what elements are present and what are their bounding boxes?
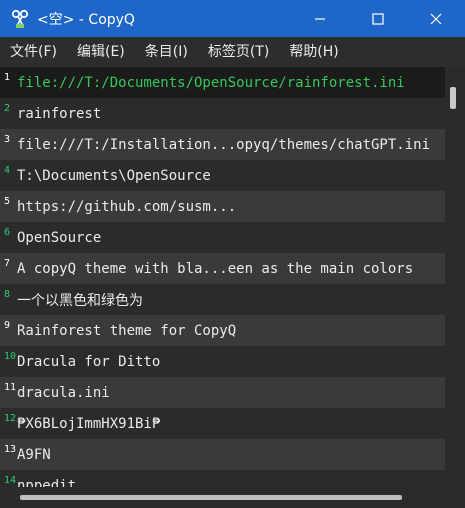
copyq-window: <空> - CopyQ 文件(F) 编辑(E) 条目(I) 标签页(T) 帮助(… (0, 0, 465, 508)
window-title: <空> - CopyQ (37, 11, 135, 28)
menu-file[interactable]: 文件(F) (0, 37, 67, 67)
item-text: dracula.ini (17, 384, 110, 401)
list-item[interactable]: 14 nppedit (0, 470, 445, 487)
close-icon (430, 13, 442, 24)
item-text: file:///T:/Installation...opyq/themes/ch… (17, 136, 431, 153)
item-number: 1 (4, 72, 11, 83)
maximize-icon (372, 12, 384, 25)
item-text: OpenSource (17, 229, 102, 246)
vertical-scrollbar[interactable] (445, 67, 465, 487)
horizontal-scroll-thumb[interactable] (20, 495, 402, 500)
item-text: file:///T:/Documents/OpenSource/rainfore… (17, 74, 405, 91)
item-text: Dracula for Ditto (17, 353, 161, 370)
item-number: 9 (4, 320, 11, 331)
title-bar[interactable]: <空> - CopyQ (0, 0, 465, 37)
minimize-icon (315, 17, 325, 20)
list-item[interactable]: 5 https://github.com/susm... (0, 191, 445, 222)
item-text: rainforest (17, 105, 102, 122)
list-item[interactable]: 3 file:///T:/Installation...opyq/themes/… (0, 129, 445, 160)
scrollbar-corner (445, 487, 465, 508)
clipboard-item-list[interactable]: 1 file:///T:/Documents/OpenSource/rainfo… (0, 67, 445, 487)
copyq-scissors-icon (9, 8, 31, 30)
item-number: 6 (4, 227, 11, 238)
menu-tabs[interactable]: 标签页(T) (198, 37, 279, 67)
item-text: A copyQ theme with bla...een as the main… (17, 260, 414, 277)
item-text: nppedit (17, 477, 77, 488)
item-number: 10 (4, 351, 17, 362)
item-text: 一个以黑色和绿色为 (17, 292, 143, 309)
item-number: 8 (4, 289, 11, 300)
menu-edit[interactable]: 编辑(E) (67, 37, 135, 67)
maximize-button[interactable] (349, 0, 407, 37)
item-number: 13 (4, 444, 17, 455)
menu-help[interactable]: 帮助(H) (279, 37, 348, 67)
item-number: 3 (4, 134, 11, 145)
list-item[interactable]: 7 A copyQ theme with bla...een as the ma… (0, 253, 445, 284)
vertical-scroll-thumb[interactable] (450, 87, 456, 109)
list-item[interactable]: 13 A9FN (0, 439, 445, 470)
item-number: 12 (4, 413, 17, 424)
item-text: T:\Documents\OpenSource (17, 167, 211, 184)
item-text: Rainforest theme for CopyQ (17, 322, 237, 339)
list-item[interactable]: 6 OpenSource (0, 222, 445, 253)
list-item[interactable]: 9 Rainforest theme for CopyQ (0, 315, 445, 346)
item-number: 2 (4, 103, 11, 114)
list-item[interactable]: 2 rainforest (0, 98, 445, 129)
item-number: 7 (4, 258, 11, 269)
item-number: 4 (4, 165, 11, 176)
list-item[interactable]: 1 file:///T:/Documents/OpenSource/rainfo… (0, 67, 445, 98)
horizontal-scrollbar[interactable] (0, 487, 445, 508)
item-text: A9FN (17, 446, 51, 463)
list-item[interactable]: 4 T:\Documents\OpenSource (0, 160, 445, 191)
menu-item[interactable]: 条目(I) (135, 37, 198, 67)
item-number: 14 (4, 475, 17, 486)
list-item[interactable]: 8 一个以黑色和绿色为 (0, 284, 445, 315)
window-controls (291, 0, 465, 37)
menu-bar: 文件(F) 编辑(E) 条目(I) 标签页(T) 帮助(H) (0, 37, 465, 67)
item-number: 11 (4, 382, 17, 393)
list-item[interactable]: 11 dracula.ini (0, 377, 445, 408)
item-number: 5 (4, 196, 11, 207)
close-button[interactable] (407, 0, 465, 37)
minimize-button[interactable] (291, 0, 349, 37)
item-text: ₱X6BLojImmHX91Bi₱ (17, 415, 161, 432)
list-item[interactable]: 10 Dracula for Ditto (0, 346, 445, 377)
list-item[interactable]: 12 ₱X6BLojImmHX91Bi₱ (0, 408, 445, 439)
item-text: https://github.com/susm... (17, 198, 237, 215)
